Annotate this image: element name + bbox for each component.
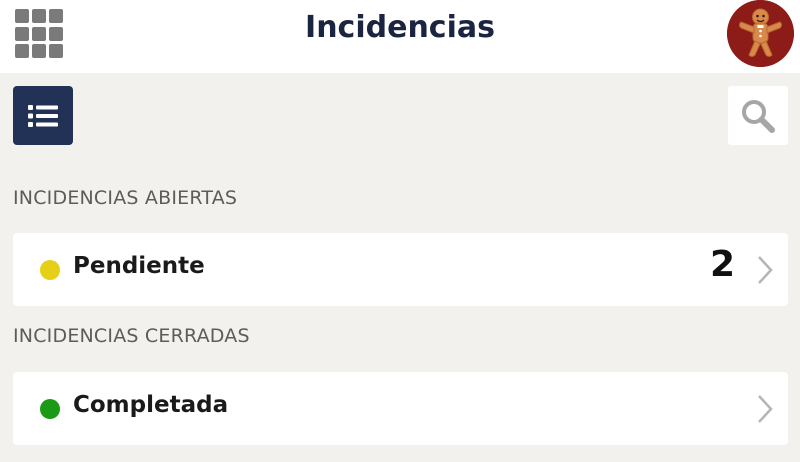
list-item-label: Pendiente <box>73 253 205 279</box>
search-icon <box>742 99 775 133</box>
section-heading-closed: INCIDENCIAS CERRADAS <box>13 325 250 347</box>
chevron-right-icon <box>758 256 773 284</box>
page-title: Incidencias <box>305 10 495 45</box>
status-dot-green <box>40 399 60 419</box>
search-button[interactable] <box>728 86 788 145</box>
status-dot-yellow <box>40 260 60 280</box>
list-item-pendiente[interactable]: Pendiente 2 <box>13 233 788 306</box>
gingerbread-icon <box>727 0 794 67</box>
list-view-button[interactable] <box>13 86 73 145</box>
avatar[interactable] <box>727 0 794 67</box>
top-bar: Incidencias <box>0 0 800 73</box>
list-item-completada[interactable]: Completada <box>13 372 788 445</box>
chevron-right-icon <box>758 395 773 423</box>
list-item-label: Completada <box>73 392 229 418</box>
list-icon <box>28 104 58 127</box>
item-count: 2 <box>709 244 735 285</box>
section-heading-open: INCIDENCIAS ABIERTAS <box>13 187 238 209</box>
